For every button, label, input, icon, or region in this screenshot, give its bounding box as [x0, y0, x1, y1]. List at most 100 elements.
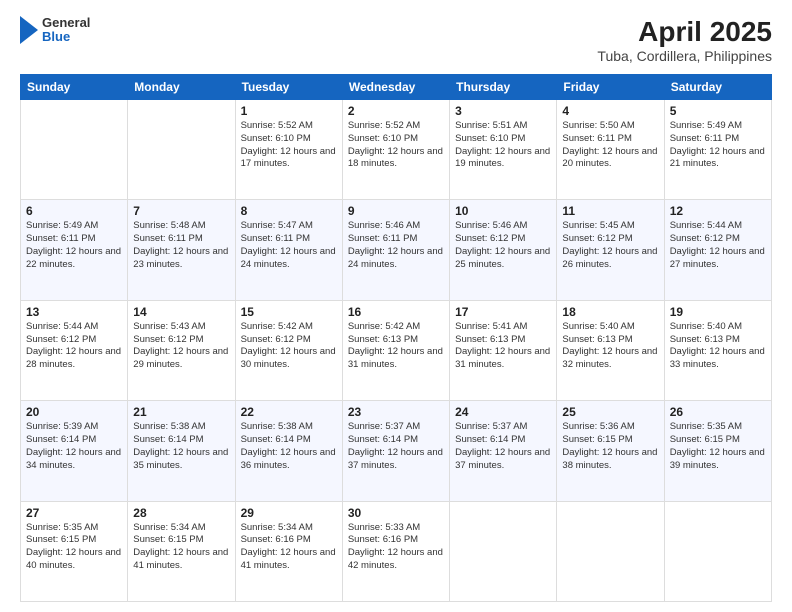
day-cell: 11 Sunrise: 5:45 AMSunset: 6:12 PMDayligh…	[557, 200, 664, 300]
day-cell: 8 Sunrise: 5:47 AMSunset: 6:11 PMDaylight…	[235, 200, 342, 300]
day-number: 7	[133, 204, 229, 218]
cell-info: Sunrise: 5:44 AMSunset: 6:12 PMDaylight:…	[26, 321, 122, 372]
day-cell: 12Sunrise: 5:44 AMSunset: 6:12 PMDayligh…	[664, 200, 771, 300]
cell-info: Sunrise: 5:38 AMSunset: 6:14 PMDaylight:…	[133, 421, 229, 472]
day-cell: 24Sunrise: 5:37 AMSunset: 6:14 PMDayligh…	[450, 401, 557, 501]
col-header-sunday: Sunday	[21, 75, 128, 100]
day-cell: 26 Sunrise: 5:35 AMSunset: 6:15 PMDayligh…	[664, 401, 771, 501]
col-header-tuesday: Tuesday	[235, 75, 342, 100]
cell-info: Sunrise: 5:35 AMSunset: 6:15 PMDaylight:…	[26, 522, 122, 573]
col-header-saturday: Saturday	[664, 75, 771, 100]
day-cell: 2Sunrise: 5:52 AMSunset: 6:10 PMDaylight…	[342, 100, 449, 200]
cell-info: Sunrise: 5:42 AMSunset: 6:13 PMDaylight:…	[348, 321, 444, 372]
cell-info: Sunrise: 5:40 AMSunset: 6:13 PMDaylight:…	[670, 321, 766, 372]
day-number: 22	[241, 405, 337, 419]
day-number: 16	[348, 305, 444, 319]
cell-info: Sunrise: 5:38 AMSunset: 6:14 PMDaylight:…	[241, 421, 337, 472]
cell-info: Sunrise: 5:49 AMSunset: 6:11 PMDaylight:…	[26, 220, 122, 271]
day-number: 25	[562, 405, 658, 419]
col-header-monday: Monday	[128, 75, 235, 100]
logo-icon	[20, 16, 38, 44]
day-number: 17	[455, 305, 551, 319]
day-number: 4	[562, 104, 658, 118]
title-block: April 2025 Tuba, Cordillera, Philippines	[597, 16, 772, 64]
day-cell: 18 Sunrise: 5:40 AMSunset: 6:13 PMDayligh…	[557, 300, 664, 400]
day-cell	[664, 501, 771, 601]
calendar-subtitle: Tuba, Cordillera, Philippines	[597, 48, 772, 64]
week-row-2: 6 Sunrise: 5:49 AMSunset: 6:11 PMDaylight…	[21, 200, 772, 300]
day-number: 26	[670, 405, 766, 419]
day-cell: 15 Sunrise: 5:42 AMSunset: 6:12 PMDayligh…	[235, 300, 342, 400]
day-cell: 19Sunrise: 5:40 AMSunset: 6:13 PMDayligh…	[664, 300, 771, 400]
cell-info: Sunrise: 5:35 AMSunset: 6:15 PMDaylight:…	[670, 421, 766, 472]
logo-general-text: General	[42, 16, 90, 30]
calendar-header: SundayMondayTuesdayWednesdayThursdayFrid…	[21, 75, 772, 100]
day-number: 15	[241, 305, 337, 319]
cell-info: Sunrise: 5:33 AMSunset: 6:16 PMDaylight:…	[348, 522, 444, 573]
day-number: 3	[455, 104, 551, 118]
day-cell: 4 Sunrise: 5:50 AMSunset: 6:11 PMDaylight…	[557, 100, 664, 200]
header: General Blue April 2025 Tuba, Cordillera…	[20, 16, 772, 64]
cell-info: Sunrise: 5:44 AMSunset: 6:12 PMDaylight:…	[670, 220, 766, 271]
day-cell: 13 Sunrise: 5:44 AMSunset: 6:12 PMDayligh…	[21, 300, 128, 400]
day-cell: 20Sunrise: 5:39 AMSunset: 6:14 PMDayligh…	[21, 401, 128, 501]
logo-blue-text: Blue	[42, 30, 90, 44]
day-cell: 25Sunrise: 5:36 AMSunset: 6:15 PMDayligh…	[557, 401, 664, 501]
cell-info: Sunrise: 5:42 AMSunset: 6:12 PMDaylight:…	[241, 321, 337, 372]
cell-info: Sunrise: 5:37 AMSunset: 6:14 PMDaylight:…	[455, 421, 551, 472]
week-row-4: 20Sunrise: 5:39 AMSunset: 6:14 PMDayligh…	[21, 401, 772, 501]
col-header-wednesday: Wednesday	[342, 75, 449, 100]
day-number: 1	[241, 104, 337, 118]
cell-info: Sunrise: 5:51 AMSunset: 6:10 PMDaylight:…	[455, 120, 551, 171]
day-number: 29	[241, 506, 337, 520]
day-number: 5	[670, 104, 766, 118]
cell-info: Sunrise: 5:52 AMSunset: 6:10 PMDaylight:…	[241, 120, 337, 171]
day-cell: 27 Sunrise: 5:35 AMSunset: 6:15 PMDayligh…	[21, 501, 128, 601]
day-cell: 22 Sunrise: 5:38 AMSunset: 6:14 PMDayligh…	[235, 401, 342, 501]
cell-info: Sunrise: 5:40 AMSunset: 6:13 PMDaylight:…	[562, 321, 658, 372]
cell-info: Sunrise: 5:37 AMSunset: 6:14 PMDaylight:…	[348, 421, 444, 472]
week-row-1: 1 Sunrise: 5:52 AMSunset: 6:10 PMDaylight…	[21, 100, 772, 200]
day-cell: 6 Sunrise: 5:49 AMSunset: 6:11 PMDaylight…	[21, 200, 128, 300]
day-cell: 10 Sunrise: 5:46 AMSunset: 6:12 PMDayligh…	[450, 200, 557, 300]
logo: General Blue	[20, 16, 90, 45]
day-number: 11	[562, 204, 658, 218]
cell-info: Sunrise: 5:39 AMSunset: 6:14 PMDaylight:…	[26, 421, 122, 472]
logo-text: General Blue	[42, 16, 90, 45]
cell-info: Sunrise: 5:46 AMSunset: 6:11 PMDaylight:…	[348, 220, 444, 271]
day-cell: 30Sunrise: 5:33 AMSunset: 6:16 PMDayligh…	[342, 501, 449, 601]
day-cell: 23 Sunrise: 5:37 AMSunset: 6:14 PMDayligh…	[342, 401, 449, 501]
day-cell: 7 Sunrise: 5:48 AMSunset: 6:11 PMDaylight…	[128, 200, 235, 300]
page: General Blue April 2025 Tuba, Cordillera…	[0, 0, 792, 612]
calendar-title: April 2025	[597, 16, 772, 48]
day-cell	[21, 100, 128, 200]
day-cell: 3 Sunrise: 5:51 AMSunset: 6:10 PMDaylight…	[450, 100, 557, 200]
day-number: 21	[133, 405, 229, 419]
cell-info: Sunrise: 5:48 AMSunset: 6:11 PMDaylight:…	[133, 220, 229, 271]
calendar-table: SundayMondayTuesdayWednesdayThursdayFrid…	[20, 74, 772, 602]
cell-info: Sunrise: 5:46 AMSunset: 6:12 PMDaylight:…	[455, 220, 551, 271]
cell-info: Sunrise: 5:50 AMSunset: 6:11 PMDaylight:…	[562, 120, 658, 171]
day-number: 8	[241, 204, 337, 218]
day-cell: 17 Sunrise: 5:41 AMSunset: 6:13 PMDayligh…	[450, 300, 557, 400]
day-cell: 29Sunrise: 5:34 AMSunset: 6:16 PMDayligh…	[235, 501, 342, 601]
cell-info: Sunrise: 5:43 AMSunset: 6:12 PMDaylight:…	[133, 321, 229, 372]
week-row-3: 13 Sunrise: 5:44 AMSunset: 6:12 PMDayligh…	[21, 300, 772, 400]
week-row-5: 27 Sunrise: 5:35 AMSunset: 6:15 PMDayligh…	[21, 501, 772, 601]
cell-info: Sunrise: 5:34 AMSunset: 6:15 PMDaylight:…	[133, 522, 229, 573]
day-number: 23	[348, 405, 444, 419]
day-number: 6	[26, 204, 122, 218]
day-cell	[450, 501, 557, 601]
cell-info: Sunrise: 5:47 AMSunset: 6:11 PMDaylight:…	[241, 220, 337, 271]
day-cell	[557, 501, 664, 601]
day-number: 13	[26, 305, 122, 319]
day-cell	[128, 100, 235, 200]
day-cell: 16 Sunrise: 5:42 AMSunset: 6:13 PMDayligh…	[342, 300, 449, 400]
day-number: 10	[455, 204, 551, 218]
header-row: SundayMondayTuesdayWednesdayThursdayFrid…	[21, 75, 772, 100]
day-cell: 9Sunrise: 5:46 AMSunset: 6:11 PMDaylight…	[342, 200, 449, 300]
day-number: 27	[26, 506, 122, 520]
day-number: 18	[562, 305, 658, 319]
cell-info: Sunrise: 5:41 AMSunset: 6:13 PMDaylight:…	[455, 321, 551, 372]
cell-info: Sunrise: 5:45 AMSunset: 6:12 PMDaylight:…	[562, 220, 658, 271]
